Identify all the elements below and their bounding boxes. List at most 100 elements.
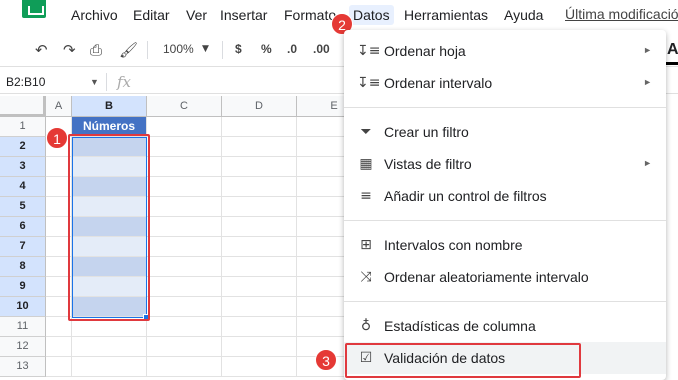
row-header-9[interactable]: 9 [0,277,46,297]
menu-item-ordenar-aleatoriamente[interactable]: ⤨ Ordenar aleatoriamente intervalo [344,261,666,293]
name-box[interactable]: B2:B10 [6,75,45,89]
cell-c7[interactable] [147,237,222,257]
menu-item-crear-filtro[interactable]: ⏷ Crear un filtro [344,116,666,148]
percent-format-button[interactable]: % [261,42,272,56]
cell-c11[interactable] [147,317,222,337]
cell-d5[interactable] [222,197,297,217]
undo-icon[interactable]: ↶ [35,41,48,59]
cell-a12[interactable] [46,337,72,357]
menu-item-label: Vistas de filtro [384,156,472,172]
cell-d6[interactable] [222,217,297,237]
menu-item-intervalos-nombre[interactable]: ⊞ Intervalos con nombre [344,229,666,261]
menu-item-ordenar-hoja[interactable]: ↧≡ Ordenar hoja ► [344,35,666,67]
toolbar-divider [222,41,223,59]
paint-format-icon[interactable]: 🖌 [119,41,138,59]
cell-d10[interactable] [222,297,297,317]
menu-item-vistas-filtro[interactable]: ▦ Vistas de filtro ► [344,148,666,180]
submenu-arrow-icon: ► [643,45,652,55]
row-header-11[interactable]: 11 [0,317,46,337]
row-header-3[interactable]: 3 [0,157,46,177]
sort-icon: ↧≡ [357,43,381,59]
submenu-arrow-icon: ► [643,158,652,168]
cell-c8[interactable] [147,257,222,277]
column-header-d[interactable]: D [222,96,297,117]
cell-d11[interactable] [222,317,297,337]
menu-item-ordenar-intervalo[interactable]: ↧≡ Ordenar intervalo ► [344,67,666,99]
print-icon[interactable]: ⎙ [90,41,102,59]
cell-b12[interactable] [72,337,147,357]
cell-d12[interactable] [222,337,297,357]
cell-a13[interactable] [46,357,72,377]
fx-icon: fx [117,73,132,91]
row-header-13[interactable]: 13 [0,357,46,377]
cell-b13[interactable] [72,357,147,377]
cell-c6[interactable] [147,217,222,237]
decrease-decimals-button[interactable]: .0 [287,42,297,56]
menu-datos[interactable]: Datos [349,5,394,25]
menu-item-label: Estadísticas de columna [384,318,536,334]
cell-c3[interactable] [147,157,222,177]
menu-item-label: Ordenar intervalo [384,75,493,91]
column-header-b[interactable]: B [72,96,147,117]
menu-formato[interactable]: Formato [284,7,336,23]
currency-format-button[interactable]: $ [235,42,242,56]
cell-d4[interactable] [222,177,297,197]
row-header-4[interactable]: 4 [0,177,46,197]
menu-archivo[interactable]: Archivo [71,7,118,23]
chevron-down-icon[interactable]: ▼ [90,77,99,87]
cell-c5[interactable] [147,197,222,217]
datos-dropdown-menu: ↧≡ Ordenar hoja ► ↧≡ Ordenar intervalo ►… [344,30,666,380]
step-badge-1: 1 [46,127,68,149]
cell-d9[interactable] [222,277,297,297]
row-header-8[interactable]: 8 [0,257,46,277]
menu-ver[interactable]: Ver [186,7,207,23]
cell-c9[interactable] [147,277,222,297]
cell-d8[interactable] [222,257,297,277]
menu-item-control-filtros[interactable]: ≡ Añadir un control de filtros [344,180,666,212]
column-header-a[interactable]: A [46,96,72,117]
menu-ayuda[interactable]: Ayuda [504,7,543,23]
step-badge-3: 3 [315,349,337,371]
row-header-10[interactable]: 10 [0,297,46,317]
row-header-5[interactable]: 5 [0,197,46,217]
select-all-corner[interactable] [0,96,46,117]
cell-d13[interactable] [222,357,297,377]
cell-c10[interactable] [147,297,222,317]
cell-c13[interactable] [147,357,222,377]
menu-divider [344,301,666,302]
menu-divider [344,107,666,108]
menu-divider [344,220,666,221]
cell-c1[interactable] [147,117,222,137]
row-header-6[interactable]: 6 [0,217,46,237]
row-header-1[interactable]: 1 [0,117,46,137]
named-ranges-icon: ⊞ [360,237,372,253]
cell-c12[interactable] [147,337,222,357]
text-color-swatch [666,62,678,65]
cell-d2[interactable] [222,137,297,157]
cell-d1[interactable] [222,117,297,137]
menu-item-label: Añadir un control de filtros [384,188,547,204]
zoom-select[interactable]: 100% [163,42,194,56]
row-header-7[interactable]: 7 [0,237,46,257]
row-header-2[interactable]: 2 [0,137,46,157]
redo-icon[interactable]: ↷ [63,41,76,59]
menu-insertar[interactable]: Insertar [220,7,267,23]
menu-item-estadisticas-columna[interactable]: ♁ Estadísticas de columna [344,310,666,342]
cell-d3[interactable] [222,157,297,177]
column-header-c[interactable]: C [147,96,222,117]
menu-herramientas[interactable]: Herramientas [404,7,488,23]
cell-d7[interactable] [222,237,297,257]
cell-c2[interactable] [147,137,222,157]
last-edit-link[interactable]: Última modificación [565,6,678,22]
sheets-logo-icon[interactable] [22,0,46,18]
cell-c4[interactable] [147,177,222,197]
shuffle-icon: ⤨ [360,269,372,285]
chevron-down-icon[interactable]: ▼ [202,44,209,54]
increase-decimals-button[interactable]: .00 [313,42,330,56]
filter-icon: ⏷ [360,124,372,140]
menu-editar[interactable]: Editar [133,7,170,23]
row-header-12[interactable]: 12 [0,337,46,357]
menu-item-label: Ordenar aleatoriamente intervalo [384,269,589,285]
menu-item-label: Ordenar hoja [384,43,466,59]
text-color-button[interactable]: A [667,41,678,59]
